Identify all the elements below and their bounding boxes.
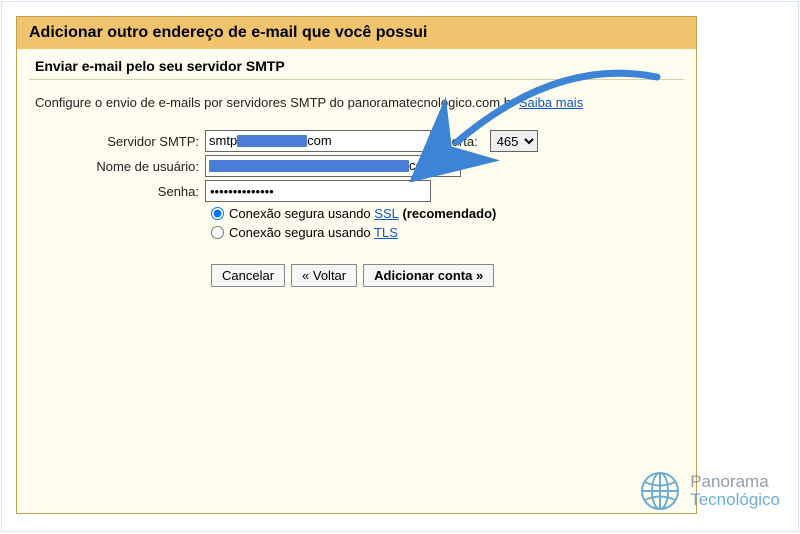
tls-prefix: Conexão segura usando (229, 225, 374, 240)
back-button[interactable]: « Voltar (291, 264, 357, 287)
port-label: Porta: (443, 134, 478, 149)
ssl-radio[interactable] (211, 207, 224, 220)
username-input[interactable] (205, 155, 461, 177)
tls-option-label: Conexão segura usando TLS (229, 225, 398, 240)
smtp-server-input[interactable] (205, 130, 431, 152)
ssl-prefix: Conexão segura usando (229, 206, 374, 221)
logo-line1: Panorama (690, 473, 780, 491)
ssl-suffix: (recomendado) (399, 206, 497, 221)
learn-more-link[interactable]: Saiba mais (519, 95, 583, 110)
globe-icon (638, 469, 682, 513)
ssl-option-label: Conexão segura usando SSL (recomendado) (229, 206, 496, 221)
smtp-settings-dialog: Adicionar outro endereço de e-mail que v… (16, 16, 697, 514)
tls-radio[interactable] (211, 226, 224, 239)
smtp-server-label: Servidor SMTP: (35, 134, 205, 149)
dialog-subtitle: Enviar e-mail pelo seu servidor SMTP (17, 49, 696, 79)
username-label: Nome de usuário: (35, 159, 205, 174)
add-account-button[interactable]: Adicionar conta » (363, 264, 494, 287)
ssl-link[interactable]: SSL (374, 206, 399, 221)
logo-line2: Tecnológico (690, 491, 780, 509)
divider (29, 79, 684, 80)
cancel-button[interactable]: Cancelar (211, 264, 285, 287)
password-input[interactable] (205, 180, 431, 202)
description-text: Configure o envio de e-mails por servido… (17, 84, 696, 116)
password-label: Senha: (35, 184, 205, 199)
form-area: Servidor SMTP: smtpcom Porta: 465 Nome d (17, 116, 696, 291)
dialog-title: Adicionar outro endereço de e-mail que v… (17, 17, 696, 49)
port-select[interactable]: 465 (490, 130, 538, 152)
tls-link[interactable]: TLS (374, 225, 398, 240)
description-prefix: Configure o envio de e-mails por servido… (35, 95, 519, 110)
watermark-logo: Panorama Tecnológico (638, 469, 780, 513)
